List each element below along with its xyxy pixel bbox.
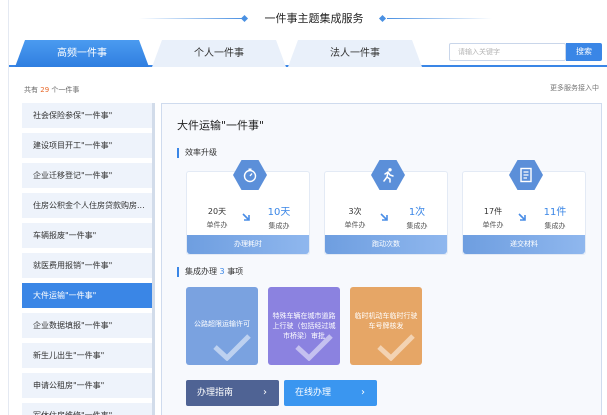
stat-before-value: 17件 bbox=[483, 207, 503, 216]
checkmark-icon bbox=[213, 334, 251, 361]
stat-before-unit: 单件办 bbox=[344, 221, 366, 229]
stat-footer-label: 递交材料 bbox=[463, 235, 585, 254]
sidebar-item-medical-reimbursement[interactable]: 就医费用报销"一件事" bbox=[22, 253, 152, 278]
tab-high-frequency[interactable]: 高频一件事 bbox=[15, 40, 149, 67]
stat-after: 1次 集成办 bbox=[395, 203, 439, 231]
portal-header: 一件事主题集成服务 bbox=[9, 6, 607, 32]
stat-before-value: 20天 bbox=[207, 207, 227, 216]
stat-before: 3次 单件办 bbox=[335, 206, 375, 230]
integrated-heading: 集成办理 3 事项 bbox=[177, 267, 243, 277]
online-apply-button[interactable]: 在线办理 › bbox=[284, 380, 377, 406]
sidebar-item-vehicle-scrap[interactable]: 车辆报废"一件事" bbox=[22, 223, 152, 248]
stat-before-unit: 单件办 bbox=[206, 221, 228, 229]
stat-before-value: 3次 bbox=[348, 207, 362, 216]
stat-after-value: 11件 bbox=[543, 207, 567, 218]
header-line-left bbox=[139, 18, 244, 19]
matter-label: 临时机动车临时行驶车号牌核发 bbox=[354, 312, 418, 330]
stat-footer-label: 跑动次数 bbox=[325, 235, 447, 254]
stopwatch-icon bbox=[233, 160, 267, 190]
tab-personal[interactable]: 个人一件事 bbox=[152, 40, 286, 67]
category-tabs: 高频一件事 个人一件事 法人一件事 搜索 bbox=[9, 40, 607, 67]
integrated-heading-suffix: 事项 bbox=[227, 267, 244, 276]
sidebar-item-enterprise-data[interactable]: 企业数据填报"一件事" bbox=[22, 313, 152, 338]
stat-after: 10天 集成办 bbox=[257, 203, 301, 231]
service-guide-button[interactable]: 办理指南 › bbox=[186, 380, 279, 406]
tab-legal-entity[interactable]: 法人一件事 bbox=[288, 40, 422, 67]
arrow-right-down-icon bbox=[242, 213, 250, 221]
checkmark-icon bbox=[377, 334, 415, 361]
service-guide-label: 办理指南 bbox=[197, 388, 234, 398]
sidebar-item-construction-start[interactable]: 建设项目开工"一件事" bbox=[22, 133, 152, 158]
sidebar-item-social-insurance[interactable]: 社会保险参保"一件事" bbox=[22, 103, 152, 128]
stat-after-value: 1次 bbox=[408, 207, 426, 218]
chevron-right-icon: › bbox=[263, 387, 267, 398]
stat-card-trips: 3次 单件办 1次 集成办 跑动次数 bbox=[324, 160, 448, 255]
more-services-link[interactable]: 更多服务接入中 bbox=[550, 83, 599, 93]
search-button[interactable]: 搜索 bbox=[566, 43, 602, 61]
detail-title: 大件运输"一件事" bbox=[177, 119, 265, 132]
page-title: 一件事主题集成服务 bbox=[264, 12, 364, 25]
integrated-heading-prefix: 集成办理 bbox=[185, 267, 217, 276]
chevron-right-icon: › bbox=[361, 387, 365, 398]
stat-after-unit: 集成办 bbox=[268, 222, 290, 230]
online-apply-label: 在线办理 bbox=[295, 388, 332, 398]
matter-label: 公路超限运输许可 bbox=[194, 320, 250, 328]
stat-after-unit: 集成办 bbox=[406, 222, 428, 230]
sidebar-item-oversize-transport[interactable]: 大件运输"一件事" bbox=[22, 283, 152, 308]
count-prefix: 共有 bbox=[24, 86, 38, 94]
item-count: 共有 29 个一件事 bbox=[24, 85, 79, 95]
matter-card-overlimit-permit[interactable]: 公路超限运输许可 bbox=[186, 287, 258, 365]
arrow-right-down-icon bbox=[380, 213, 388, 221]
sidebar-item-veteran-housing[interactable]: 军休住房维修"一件事" bbox=[22, 403, 152, 415]
header-diamond-left bbox=[240, 14, 249, 23]
header-diamond-right bbox=[378, 14, 387, 23]
integrated-count: 3 bbox=[219, 267, 225, 276]
stat-after-unit: 集成办 bbox=[544, 222, 566, 230]
document-icon bbox=[509, 160, 543, 190]
matter-list: 社会保险参保"一件事" 建设项目开工"一件事" 企业迁移登记"一件事" 住房公积… bbox=[22, 103, 157, 415]
stat-after-value: 10天 bbox=[267, 207, 291, 218]
stat-card-time: 20天 单件办 10天 集成办 办理耗时 bbox=[186, 160, 310, 255]
stat-footer-label: 办理耗时 bbox=[187, 235, 309, 254]
detail-panel: 大件运输"一件事" 效率升级 20天 单件办 10天 集成办 办理耗时 3次 单… bbox=[161, 103, 602, 415]
efficiency-heading: 效率升级 bbox=[177, 148, 217, 158]
sidebar-item-newborn[interactable]: 新生儿出生"一件事" bbox=[22, 343, 152, 368]
stat-before: 17件 单件办 bbox=[473, 206, 513, 230]
matter-card-temporary-plate[interactable]: 临时机动车临时行驶车号牌核发 bbox=[350, 287, 422, 365]
stat-card-materials: 17件 单件办 11件 集成办 递交材料 bbox=[462, 160, 586, 255]
stat-before-unit: 单件办 bbox=[482, 221, 504, 229]
arrow-right-down-icon bbox=[518, 213, 526, 221]
count-number: 29 bbox=[40, 86, 50, 94]
stat-before: 20天 单件办 bbox=[197, 206, 237, 230]
search-input[interactable] bbox=[449, 43, 566, 61]
service-portal: 一件事主题集成服务 高频一件事 个人一件事 法人一件事 搜索 共有 29 个一件… bbox=[8, 0, 607, 415]
checkmark-icon bbox=[295, 334, 333, 361]
sidebar-item-public-rental[interactable]: 申请公租房"一件事" bbox=[22, 373, 152, 398]
header-line-right bbox=[387, 18, 492, 19]
sidebar-item-enterprise-relocation[interactable]: 企业迁移登记"一件事" bbox=[22, 163, 152, 188]
sidebar-item-housing-fund-loan[interactable]: 住房公积金个人住房贷款购房... bbox=[22, 193, 152, 218]
sidebar-scrollbar[interactable] bbox=[152, 103, 155, 415]
running-person-icon bbox=[371, 160, 405, 190]
matter-card-special-vehicle[interactable]: 特殊车辆在城市道路上行驶（包括经过城市桥梁）审批 bbox=[268, 287, 340, 365]
stat-after: 11件 集成办 bbox=[533, 203, 577, 231]
count-suffix: 个一件事 bbox=[51, 86, 80, 94]
